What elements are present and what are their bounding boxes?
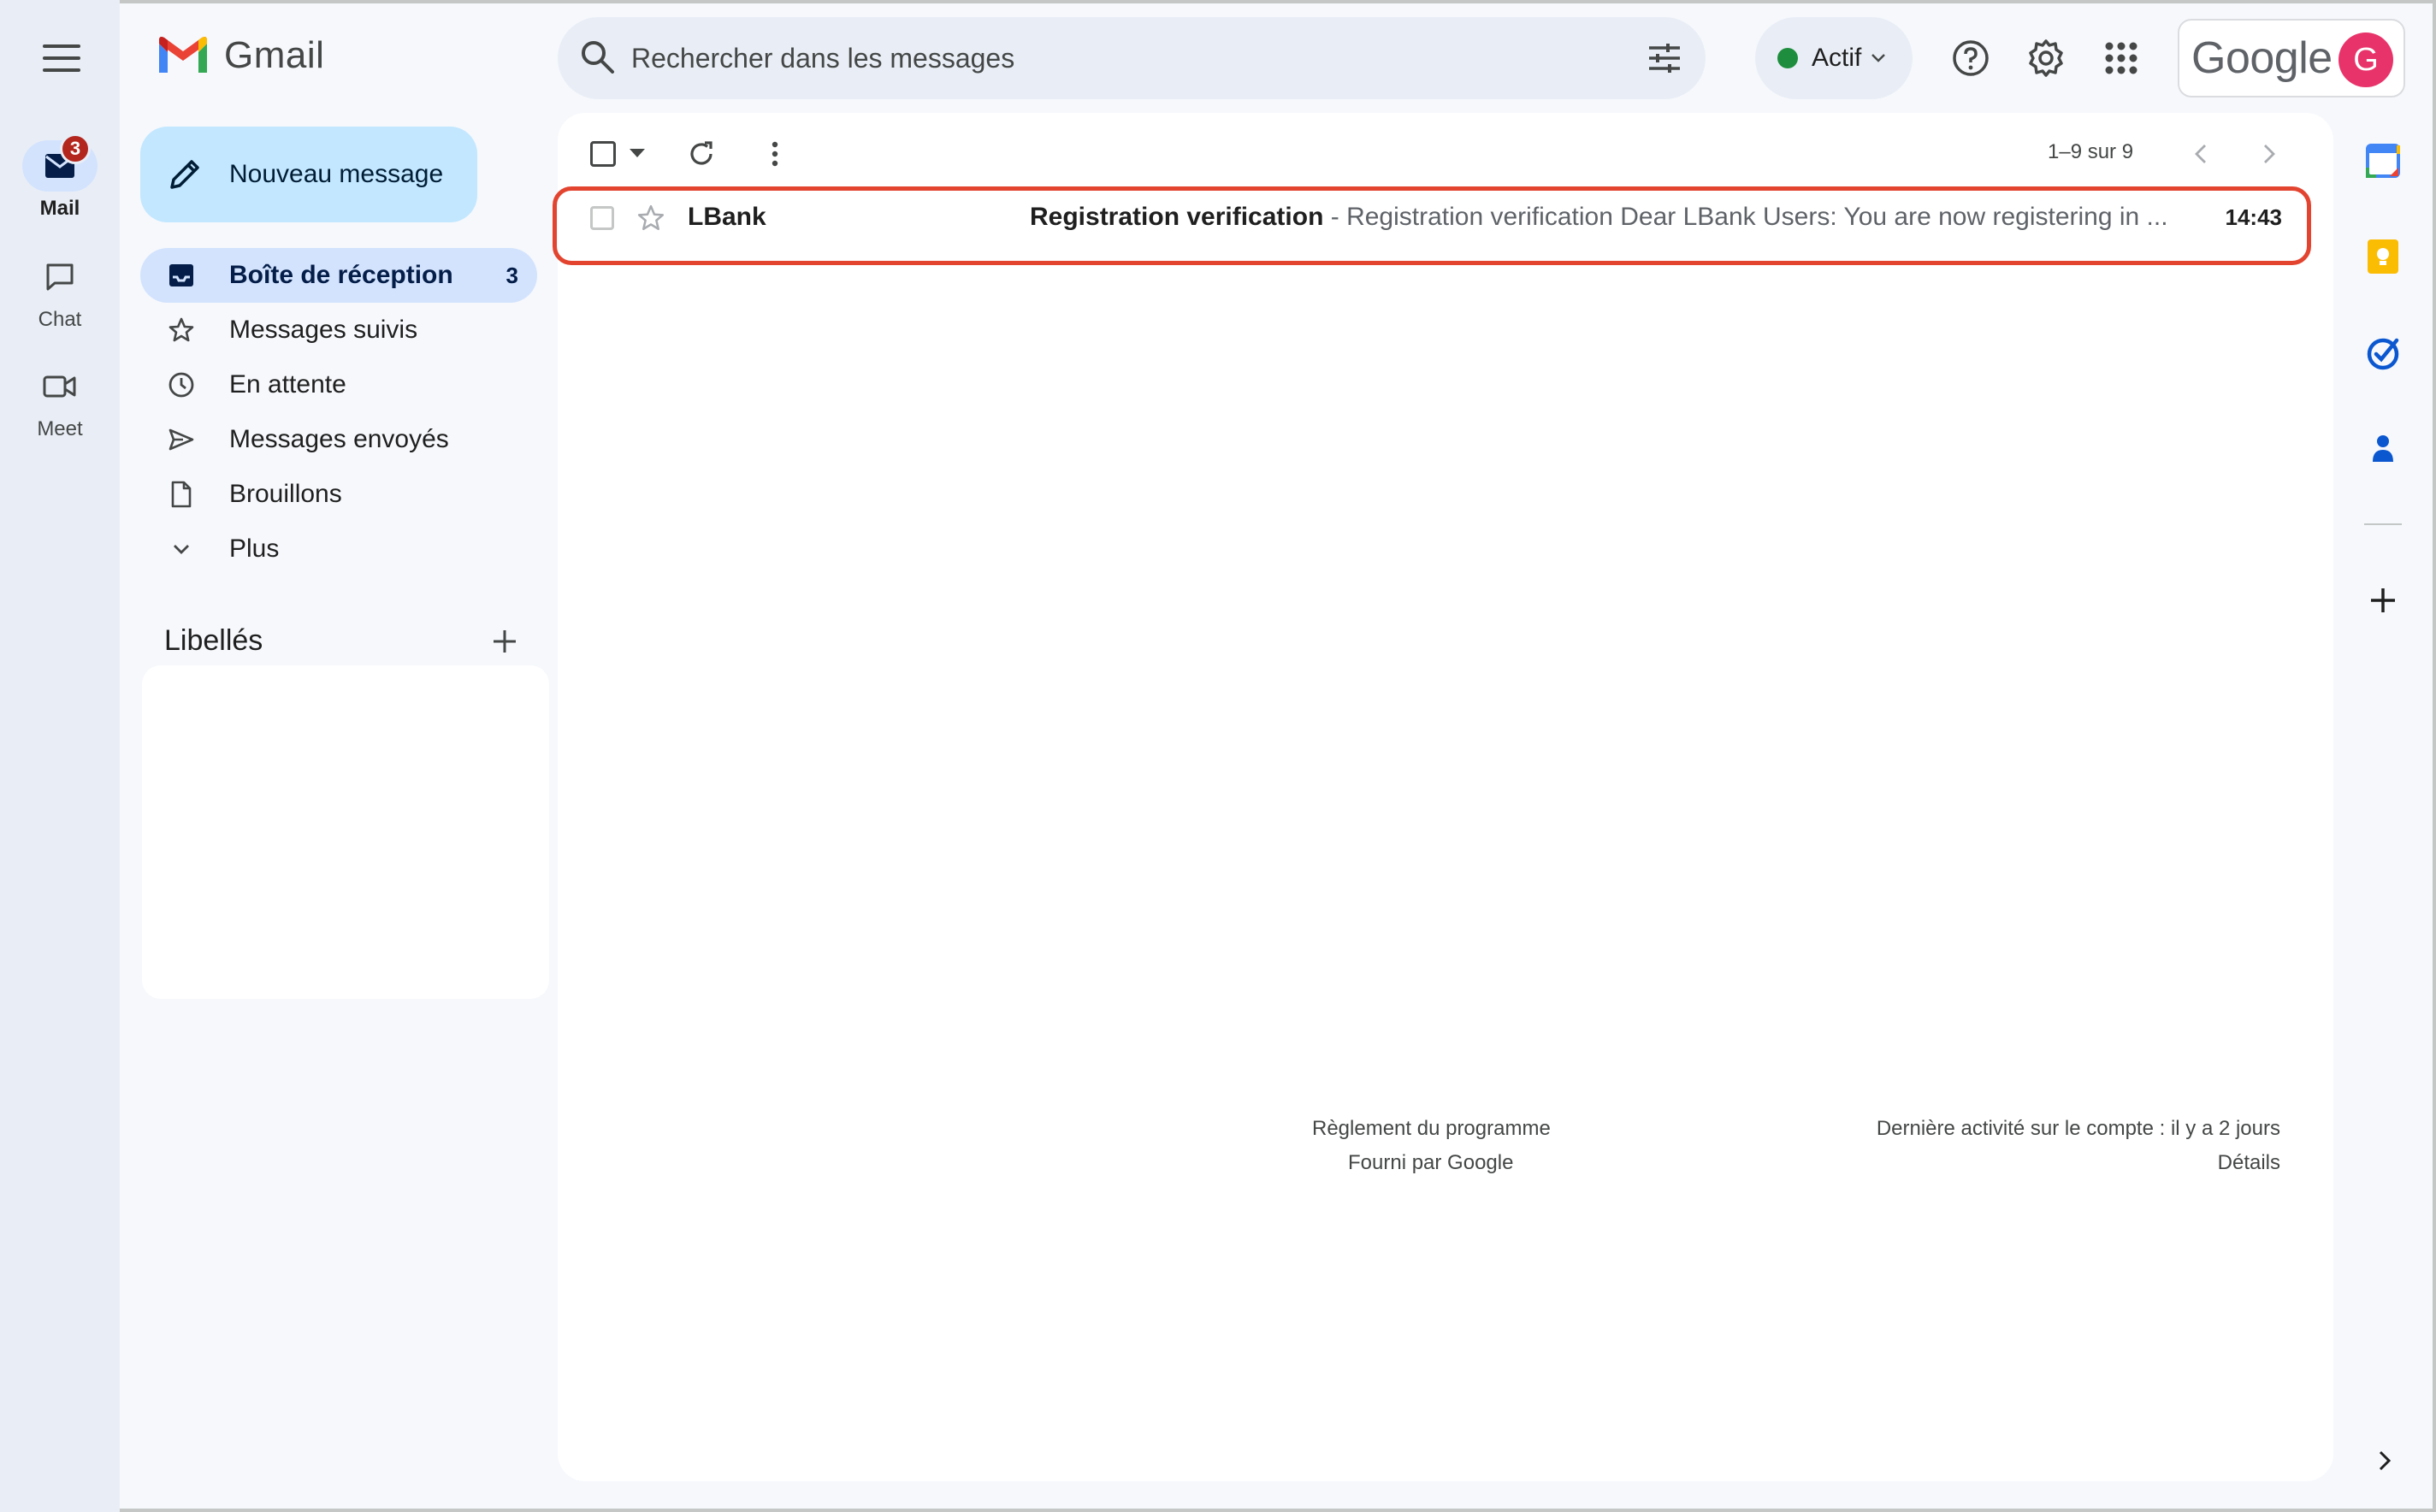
star-icon[interactable]: [636, 204, 665, 233]
message-list-panel: 1–9 sur 9 LBank Registration verificatio…: [558, 113, 2333, 1481]
chevron-down-icon: [174, 545, 189, 554]
app-name: Gmail: [224, 34, 325, 76]
gmail-logo[interactable]: Gmail: [156, 34, 324, 77]
side-panel-divider: [2364, 523, 2402, 525]
email-subject-snippet: Registration verification - Registration…: [1030, 203, 2167, 232]
nav-item-starred[interactable]: Messages suivis: [140, 303, 537, 357]
star-icon: [169, 317, 194, 342]
status-label: Actif: [1812, 44, 1862, 72]
add-addon-icon[interactable]: [2364, 582, 2402, 619]
status-dot: [1777, 48, 1798, 68]
rail-label-chat: Chat: [38, 308, 82, 331]
inbox-icon: [169, 264, 193, 286]
search-bar[interactable]: [558, 17, 1706, 99]
mail-unread-badge: 3: [60, 133, 91, 164]
send-icon: [169, 428, 194, 451]
nav-item-more[interactable]: Plus: [140, 522, 537, 576]
refresh-icon[interactable]: [686, 139, 717, 169]
draft-icon: [171, 481, 192, 508]
email-time: 14:43: [2225, 204, 2283, 230]
more-options-icon[interactable]: [760, 139, 790, 169]
pagination-range: 1–9 sur 9: [2048, 140, 2134, 163]
gmail-m-icon: [159, 37, 207, 73]
calendar-icon[interactable]: [2364, 142, 2402, 180]
nav-label-more: Plus: [229, 535, 280, 563]
inbox-unread-count: 3: [506, 262, 518, 288]
contacts-icon[interactable]: [2364, 429, 2402, 467]
search-options-icon[interactable]: [1646, 39, 1683, 77]
rail-item-chat[interactable]: Chat: [0, 251, 120, 332]
help-icon[interactable]: [1950, 38, 1991, 79]
email-snippet: Registration verification Dear LBank Use…: [1346, 203, 2167, 231]
chevron-left-icon[interactable]: [2186, 139, 2217, 169]
tasks-icon[interactable]: [2364, 334, 2402, 371]
email-row-checkbox[interactable]: [590, 206, 614, 230]
powered-by-text: Fourni par Google: [1348, 1151, 1514, 1174]
search-input[interactable]: [631, 36, 1572, 80]
show-side-panel-icon[interactable]: [2376, 1449, 2393, 1473]
keep-icon[interactable]: [2364, 238, 2402, 275]
main-menu-icon[interactable]: [39, 39, 84, 77]
email-row[interactable]: LBank Registration verification - Regist…: [558, 186, 2333, 248]
apps-grid-icon[interactable]: [2101, 38, 2142, 79]
chevron-right-icon[interactable]: [2253, 139, 2284, 169]
program-policy-link[interactable]: Règlement du programme: [1312, 1117, 1551, 1141]
nav-label-inbox: Boîte de réception: [229, 261, 453, 289]
nav-label-snoozed: En attente: [229, 370, 346, 399]
select-all-checkbox[interactable]: [590, 141, 616, 167]
details-link[interactable]: Détails: [2218, 1151, 2280, 1175]
email-separator: -: [1323, 203, 1347, 231]
video-camera-icon: [43, 375, 76, 398]
nav-label-starred: Messages suivis: [229, 316, 418, 344]
select-dropdown-icon[interactable]: [630, 149, 645, 157]
nav-item-snoozed[interactable]: En attente: [140, 357, 537, 412]
avatar: G: [2338, 32, 2393, 87]
app-rail: 3 Mail Chat Meet: [0, 0, 120, 1512]
google-account-button[interactable]: Google G: [2178, 19, 2405, 97]
rail-label-meet: Meet: [37, 417, 83, 440]
rail-label-mail: Mail: [39, 197, 80, 220]
search-icon[interactable]: [578, 38, 618, 77]
last-activity-text: Dernière activité sur le compte : il y a…: [1876, 1117, 2280, 1140]
status-selector[interactable]: Actif: [1755, 17, 1913, 99]
chat-icon: [46, 263, 74, 291]
rail-item-meet[interactable]: Meet: [0, 361, 120, 441]
rail-item-mail[interactable]: 3 Mail: [0, 133, 120, 221]
nav-label-drafts: Brouillons: [229, 480, 342, 508]
pencil-icon: [170, 160, 199, 189]
compose-button[interactable]: Nouveau message: [140, 127, 477, 222]
nav-item-drafts[interactable]: Brouillons: [140, 467, 537, 522]
add-label-icon[interactable]: [491, 628, 518, 655]
email-subject: Registration verification: [1030, 203, 1324, 231]
labels-heading: Libellés: [164, 624, 263, 657]
chevron-down-icon: [1871, 54, 1886, 62]
compose-label: Nouveau message: [229, 160, 444, 188]
clock-icon: [169, 372, 194, 398]
email-sender: LBank: [688, 203, 766, 231]
google-logo: Google: [2191, 33, 2333, 83]
labels-list: [142, 665, 549, 999]
nav-item-inbox[interactable]: Boîte de réception 3: [140, 248, 537, 303]
nav-label-sent: Messages envoyés: [229, 425, 449, 453]
nav-item-sent[interactable]: Messages envoyés: [140, 412, 537, 467]
settings-gear-icon[interactable]: [2025, 38, 2066, 79]
